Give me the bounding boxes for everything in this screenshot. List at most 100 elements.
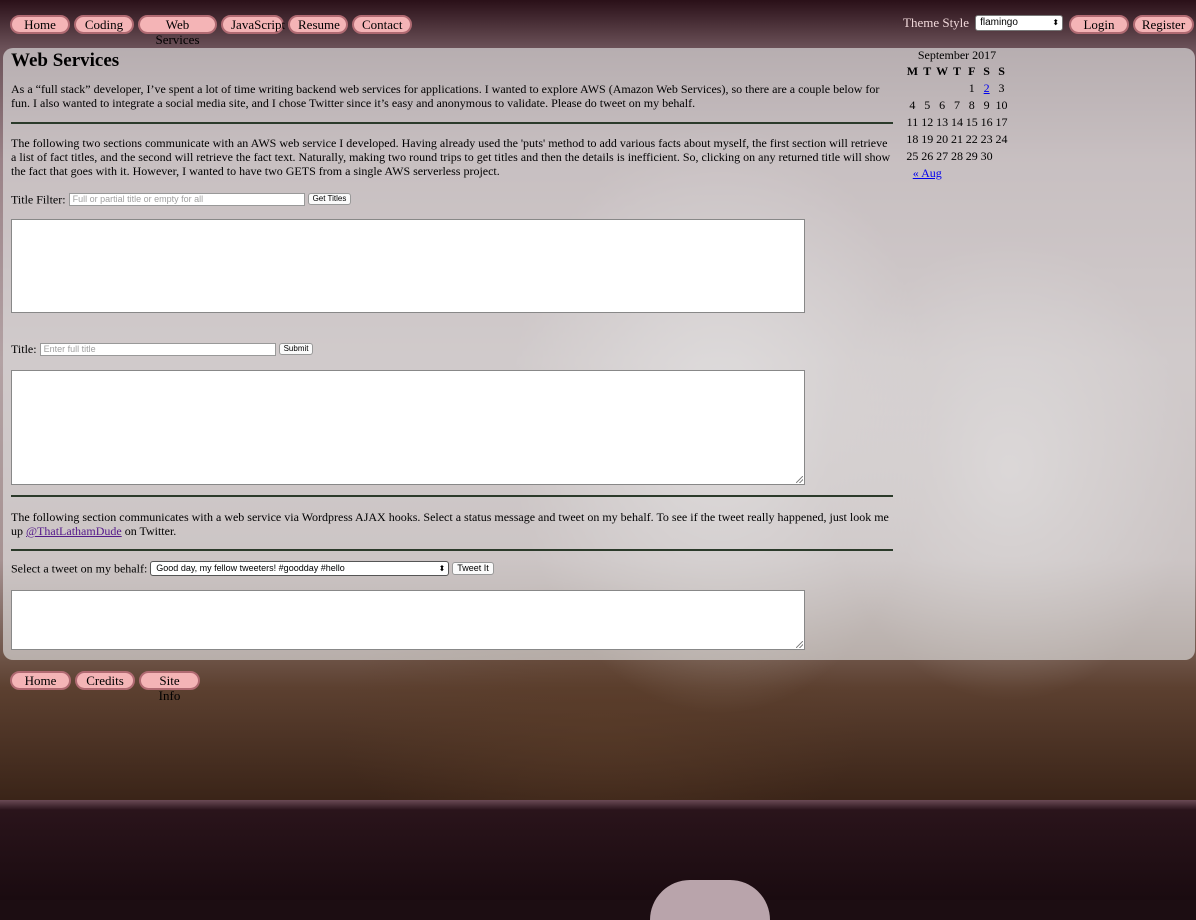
tweet-label: Select a tweet on my behalf: (11, 561, 148, 576)
tweet-selected-value: Good day, my fellow tweeters! #goodday #… (156, 562, 345, 573)
title-filter-label: Title Filter: (11, 192, 66, 207)
twitter-handle-link[interactable]: @ThatLathamDude (26, 524, 122, 538)
calendar-week: 4 5 6 7 8 9 10 (905, 97, 1009, 114)
nav-javascript[interactable]: JavaScript (221, 15, 285, 34)
footer-home[interactable]: Home (10, 671, 71, 690)
calendar-day: 23 (980, 132, 993, 146)
calendar-day: 8 (968, 98, 975, 112)
submit-button[interactable]: Submit (278, 343, 314, 356)
nav-home[interactable]: Home (10, 15, 70, 34)
calendar-day: 4 (909, 98, 916, 112)
title-filter-input[interactable]: Full or partial title or empty for all (68, 192, 305, 206)
select-arrows-icon: ⬍ (1052, 18, 1060, 27)
calendar-week: 18 19 20 21 22 23 24 (905, 131, 1009, 148)
resize-grip-icon[interactable] (796, 476, 803, 483)
calendar-day: 17 (995, 115, 1008, 129)
theme-selected-value: flamingo (980, 17, 1018, 28)
auth-nav: Login Register (1069, 15, 1194, 34)
calendar-day: 3 (998, 81, 1005, 95)
main-nav: Home Coding Web Services JavaScript Resu… (10, 15, 412, 47)
get-titles-button[interactable]: Get Titles (307, 193, 352, 206)
theme-switcher: Theme Style flamingo ⬍ (903, 15, 1064, 31)
calendar-day: 6 (939, 98, 946, 112)
ajax-description: The following section communicates with … (11, 510, 893, 538)
calendar-day: 26 (921, 149, 934, 163)
tweet-select[interactable]: Good day, my fellow tweeters! #goodday #… (150, 560, 450, 576)
calendar-day: 10 (995, 98, 1008, 112)
weekday-header: M (906, 64, 919, 78)
calendar-day (920, 80, 935, 97)
divider (11, 549, 893, 551)
fact-text-area[interactable] (11, 370, 805, 485)
calendar-week: 11 12 13 14 15 16 17 (905, 114, 1009, 131)
calendar-day: 27 (936, 149, 949, 163)
calendar-day: 13 (936, 115, 949, 129)
footer-site-info[interactable]: Site Info (139, 671, 200, 703)
nav-web-services[interactable]: Web Services (138, 15, 217, 47)
calendar-day: 20 (936, 132, 949, 146)
calendar-caption: September 2017 (917, 48, 997, 62)
register-button[interactable]: Register (1133, 15, 1194, 34)
calendar-day-link[interactable]: 2 (984, 81, 990, 95)
weekday-header: F (968, 64, 976, 78)
title-filter-row: Title Filter: Full or partial title or e… (11, 191, 893, 207)
calendar-day: 7 (953, 98, 960, 112)
weekday-header: S (998, 64, 1005, 78)
calendar-week: 25 26 27 28 29 30 (905, 148, 1009, 165)
weekday-header: T (923, 64, 932, 78)
calendar-day (935, 80, 950, 97)
calendar-prev-cell: « Aug (905, 165, 950, 182)
aws-description: The following two sections communicate w… (11, 136, 891, 178)
calendar-day: 9 (983, 98, 990, 112)
background-lower (0, 800, 1196, 900)
weekday-header: T (952, 64, 961, 78)
page-title: Web Services (11, 50, 120, 71)
calendar-day: 5 (924, 98, 931, 112)
title-lookup-label: Title: (11, 341, 37, 356)
calendar-next-cell (950, 165, 1009, 182)
calendar-table: M T W T F S S 1 2 3 4 5 6 7 8 9 10 11 12… (905, 63, 1009, 182)
calendar-day: 19 (921, 132, 934, 146)
calendar-day: 30 (980, 149, 993, 163)
calendar-day: 29 (965, 149, 978, 163)
calendar-day: 14 (950, 115, 963, 129)
intro-paragraph: As a “full stack” developer, I’ve spent … (11, 82, 880, 110)
tweet-row: Select a tweet on my behalf: Good day, m… (11, 559, 494, 576)
title-lookup-input[interactable]: Enter full title (39, 342, 276, 356)
theme-label: Theme Style (903, 15, 970, 30)
background-swan-detail (650, 880, 770, 920)
calendar-day: 12 (921, 115, 934, 129)
calendar-day: 28 (950, 149, 963, 163)
calendar-day: 15 (965, 115, 978, 129)
titles-result-box[interactable] (11, 219, 805, 313)
divider (11, 495, 893, 497)
calendar-day: 18 (906, 132, 919, 146)
resize-grip-icon[interactable] (796, 641, 803, 648)
tweet-result-area[interactable] (11, 590, 805, 650)
main-content: Web Services As a “full stack” developer… (11, 48, 893, 207)
nav-contact[interactable]: Contact (352, 15, 412, 34)
calendar-day-linked: 2 (979, 80, 994, 97)
calendar-day (994, 148, 1009, 165)
ajax-text-end: on Twitter. (124, 524, 177, 538)
calendar-week: 1 2 3 (905, 80, 1009, 97)
footer-credits[interactable]: Credits (75, 671, 135, 690)
calendar-day: 21 (950, 132, 963, 146)
weekday-header: W (936, 64, 949, 78)
title-lookup-row: Title: Enter full title Submit (11, 341, 314, 357)
calendar-day: 22 (965, 132, 978, 146)
footer-nav: Home Credits Site Info (10, 671, 200, 703)
tweet-it-button[interactable]: Tweet It (452, 561, 494, 575)
nav-resume[interactable]: Resume (288, 15, 348, 34)
calendar-prev-link[interactable]: « Aug (913, 166, 942, 180)
calendar-day: 16 (980, 115, 993, 129)
calendar-day: 1 (968, 81, 975, 95)
weekday-header: S (983, 64, 990, 78)
theme-select[interactable]: flamingo ⬍ (975, 15, 1064, 31)
calendar-day: 25 (906, 149, 919, 163)
nav-coding[interactable]: Coding (74, 15, 134, 34)
select-arrows-icon: ⬍ (438, 563, 446, 573)
login-button[interactable]: Login (1069, 15, 1129, 34)
divider (11, 122, 893, 124)
calendar-day: 11 (906, 115, 919, 129)
